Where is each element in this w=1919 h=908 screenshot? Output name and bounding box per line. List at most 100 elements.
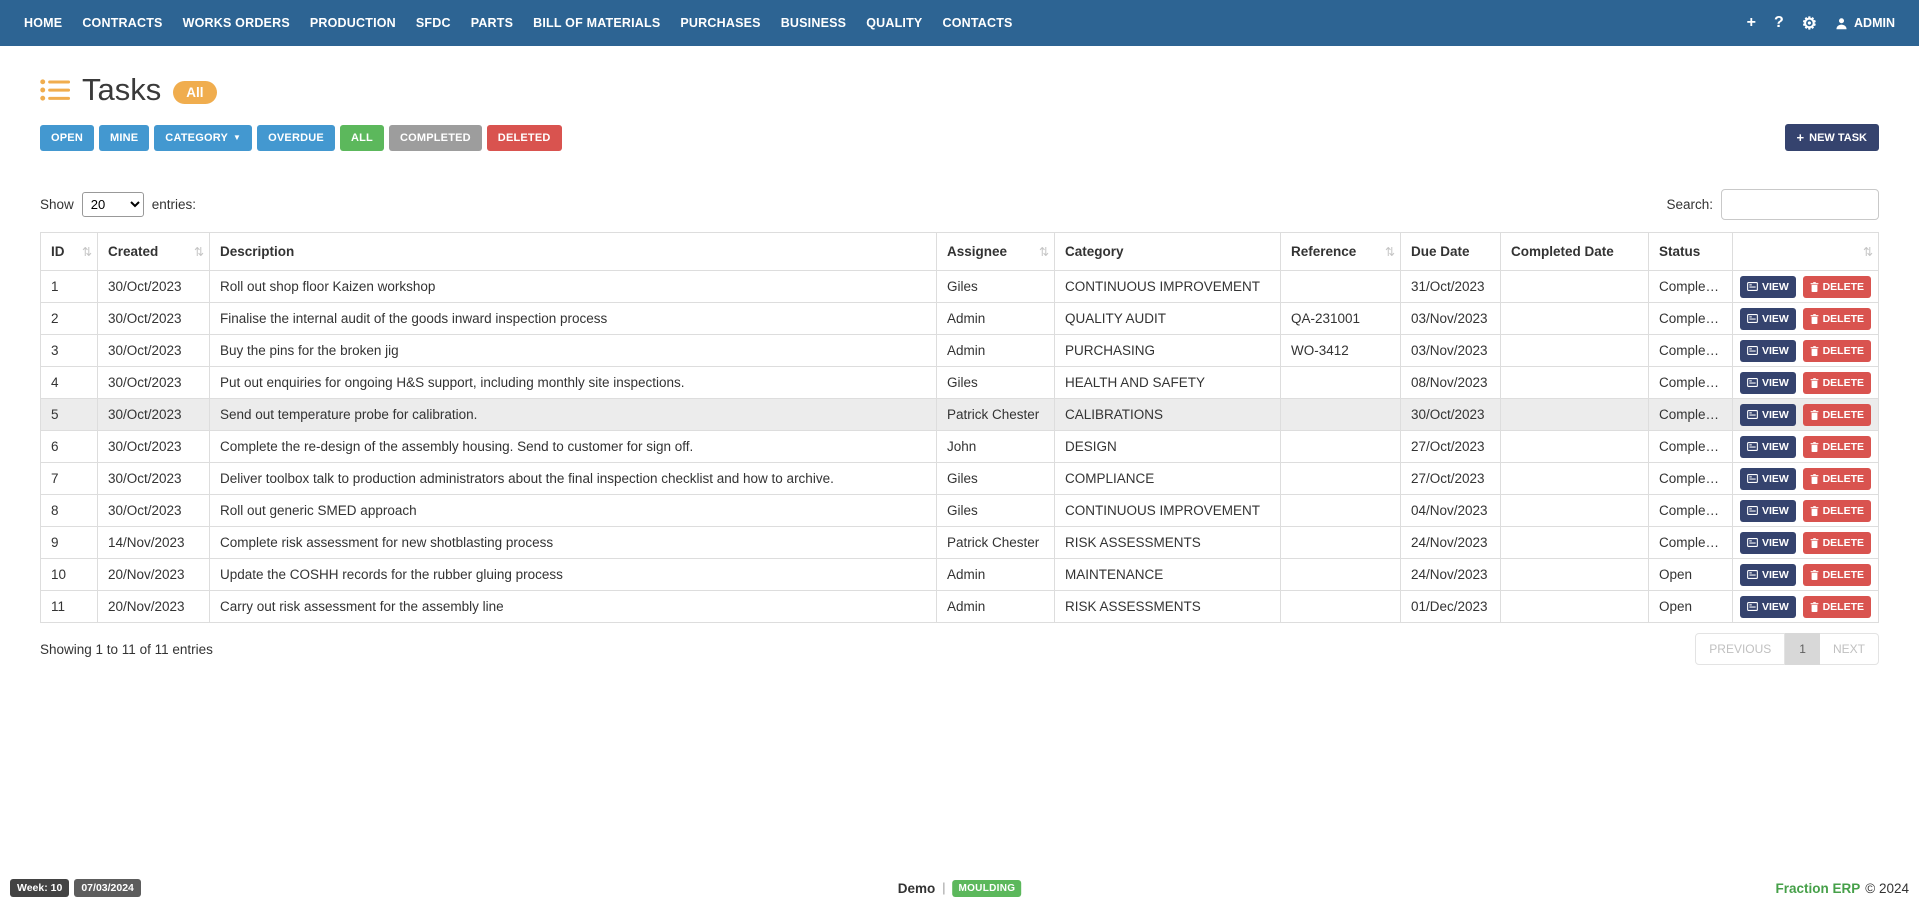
view-button[interactable]: VIEW: [1740, 372, 1796, 394]
gear-icon[interactable]: ⚙: [1802, 15, 1817, 32]
sort-icon: ⇅: [1385, 245, 1395, 259]
nav-item-quality[interactable]: QUALITY: [856, 16, 932, 30]
plus-icon[interactable]: +: [1747, 15, 1756, 31]
nav-item-sfdc[interactable]: SFDC: [406, 16, 461, 30]
delete-button[interactable]: DELETE: [1803, 340, 1871, 362]
column-header-created[interactable]: Created ⇅: [98, 233, 210, 271]
view-button[interactable]: VIEW: [1740, 436, 1796, 458]
nav-item-contracts[interactable]: CONTRACTS: [72, 16, 172, 30]
column-header-description[interactable]: Description: [210, 233, 937, 271]
delete-button[interactable]: DELETE: [1803, 564, 1871, 586]
trash-icon: [1810, 474, 1819, 484]
column-header-reference[interactable]: Reference ⇅: [1281, 233, 1401, 271]
cell-actions: VIEW DELETE: [1733, 559, 1879, 591]
admin-menu[interactable]: ADMIN: [1835, 16, 1895, 30]
delete-button[interactable]: DELETE: [1803, 468, 1871, 490]
cell-status: Completed: [1649, 367, 1733, 399]
cell-completed-date: [1501, 335, 1649, 367]
cell-due-date: 08/Nov/2023: [1401, 367, 1501, 399]
nav-item-parts[interactable]: PARTS: [461, 16, 523, 30]
view-button[interactable]: VIEW: [1740, 564, 1796, 586]
cell-reference: [1281, 591, 1401, 623]
cell-due-date: 24/Nov/2023: [1401, 527, 1501, 559]
filter-overdue-button[interactable]: OVERDUE: [257, 125, 335, 151]
previous-page-button[interactable]: PREVIOUS: [1695, 633, 1785, 665]
nav-item-production[interactable]: PRODUCTION: [300, 16, 406, 30]
show-label: Show: [40, 197, 74, 212]
trash-icon: [1810, 346, 1819, 356]
delete-button[interactable]: DELETE: [1803, 500, 1871, 522]
card-icon: [1747, 442, 1758, 451]
cell-status: Open: [1649, 591, 1733, 623]
cell-completed-date: [1501, 431, 1649, 463]
view-button[interactable]: VIEW: [1740, 340, 1796, 362]
table-row: 5 30/Oct/2023 Send out temperature probe…: [41, 399, 1879, 431]
site-badge: MOULDING: [952, 880, 1021, 897]
cell-status: Completed: [1649, 431, 1733, 463]
view-button[interactable]: VIEW: [1740, 276, 1796, 298]
column-header-category[interactable]: Category: [1055, 233, 1281, 271]
trash-icon: [1810, 314, 1819, 324]
footer-separator: |: [942, 881, 945, 895]
trash-icon: [1810, 538, 1819, 548]
delete-button[interactable]: DELETE: [1803, 596, 1871, 618]
column-header-assignee[interactable]: Assignee ⇅: [937, 233, 1055, 271]
entries-select[interactable]: 20: [82, 192, 144, 217]
help-icon[interactable]: ?: [1774, 15, 1784, 31]
nav-item-works-orders[interactable]: WORKS ORDERS: [173, 16, 300, 30]
cell-completed-date: [1501, 591, 1649, 623]
cell-due-date: 27/Oct/2023: [1401, 431, 1501, 463]
cell-description: Deliver toolbox talk to production admin…: [210, 463, 937, 495]
delete-button[interactable]: DELETE: [1803, 276, 1871, 298]
filter-category-button[interactable]: CATEGORY ▼: [154, 125, 252, 151]
new-task-button[interactable]: + NEW TASK: [1785, 124, 1879, 151]
column-header-due-date[interactable]: Due Date: [1401, 233, 1501, 271]
filter-completed-button[interactable]: COMPLETED: [389, 125, 482, 151]
column-header-completed-date[interactable]: Completed Date: [1501, 233, 1649, 271]
filter-row: OPEN MINE CATEGORY ▼ OVERDUE ALL COMPLET…: [40, 124, 1879, 151]
delete-button[interactable]: DELETE: [1803, 532, 1871, 554]
nav-item-purchases[interactable]: PURCHASES: [670, 16, 770, 30]
cell-reference: [1281, 431, 1401, 463]
search-input[interactable]: [1721, 189, 1879, 220]
view-button[interactable]: VIEW: [1740, 596, 1796, 618]
cell-description: Update the COSHH records for the rubber …: [210, 559, 937, 591]
table-row: 11 20/Nov/2023 Carry out risk assessment…: [41, 591, 1879, 623]
admin-label: ADMIN: [1854, 16, 1895, 30]
view-button[interactable]: VIEW: [1740, 532, 1796, 554]
nav-item-bill-of-materials[interactable]: BILL OF MATERIALS: [523, 16, 670, 30]
view-button[interactable]: VIEW: [1740, 500, 1796, 522]
entries-label: entries:: [152, 197, 196, 212]
page-header: Tasks All: [40, 72, 1879, 108]
column-header-status[interactable]: Status: [1649, 233, 1733, 271]
cell-description: Put out enquiries for ongoing H&S suppor…: [210, 367, 937, 399]
column-header-id[interactable]: ID ⇅: [41, 233, 98, 271]
cell-created: 20/Nov/2023: [98, 591, 210, 623]
cell-created: 30/Oct/2023: [98, 399, 210, 431]
view-button[interactable]: VIEW: [1740, 468, 1796, 490]
view-button[interactable]: VIEW: [1740, 308, 1796, 330]
cell-status: Completed: [1649, 399, 1733, 431]
entries-summary: Showing 1 to 11 of 11 entries: [40, 642, 213, 657]
cell-assignee: John: [937, 431, 1055, 463]
cell-due-date: 30/Oct/2023: [1401, 399, 1501, 431]
cell-actions: VIEW DELETE: [1733, 399, 1879, 431]
filter-mine-button[interactable]: MINE: [99, 125, 149, 151]
brand-label[interactable]: Fraction ERP: [1776, 881, 1861, 896]
nav-item-home[interactable]: HOME: [14, 16, 72, 30]
column-header[interactable]: ⇅: [1733, 233, 1879, 271]
filter-all-button[interactable]: ALL: [340, 125, 384, 151]
filter-deleted-button[interactable]: DELETED: [487, 125, 562, 151]
cell-category: MAINTENANCE: [1055, 559, 1281, 591]
delete-button[interactable]: DELETE: [1803, 436, 1871, 458]
next-page-button[interactable]: NEXT: [1820, 633, 1879, 665]
view-button[interactable]: VIEW: [1740, 404, 1796, 426]
cell-id: 5: [41, 399, 98, 431]
delete-button[interactable]: DELETE: [1803, 308, 1871, 330]
current-page-button[interactable]: 1: [1785, 633, 1820, 665]
delete-button[interactable]: DELETE: [1803, 372, 1871, 394]
nav-item-contacts[interactable]: CONTACTS: [932, 16, 1022, 30]
delete-button[interactable]: DELETE: [1803, 404, 1871, 426]
nav-item-business[interactable]: BUSINESS: [771, 16, 857, 30]
filter-open-button[interactable]: OPEN: [40, 125, 94, 151]
